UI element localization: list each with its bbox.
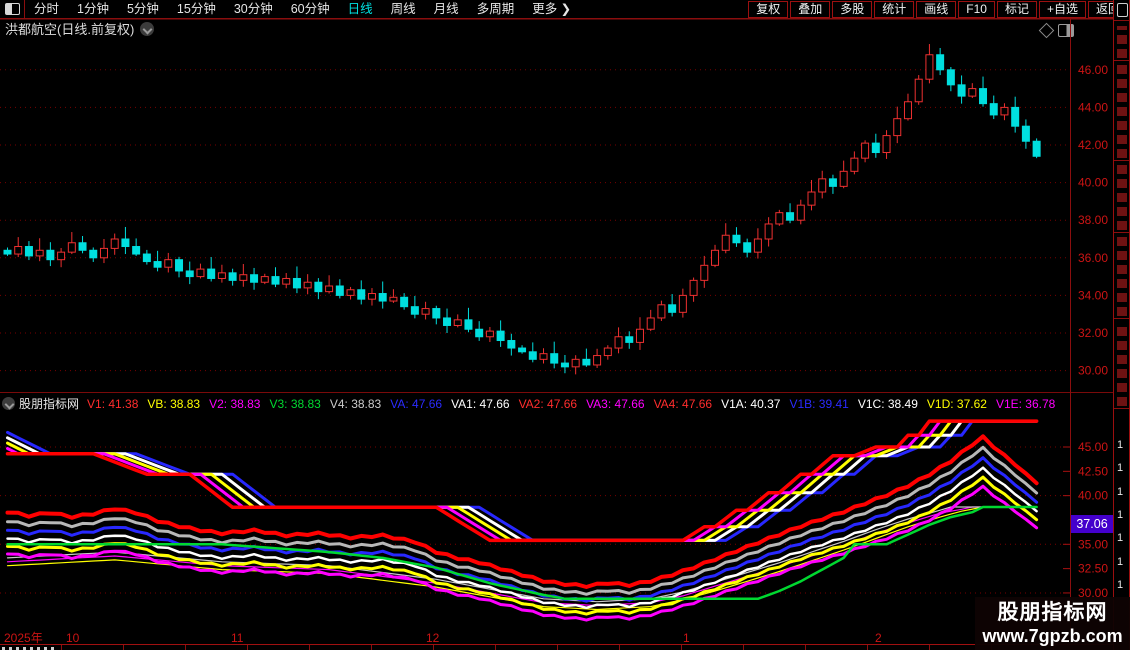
- main-axis-label: 46.00: [1078, 63, 1108, 77]
- indicator-value: VA2: 47.66: [519, 397, 578, 411]
- indicator-value: VB: 38.83: [147, 397, 200, 411]
- indicator-value: V2: 38.83: [209, 397, 260, 411]
- clipped-bottom-statusbar: [0, 644, 1113, 650]
- divider: [1114, 232, 1129, 233]
- ribbon-line: [8, 468, 1037, 608]
- indicator-value: VA: 47.66: [390, 397, 442, 411]
- candles-group: [4, 44, 1040, 374]
- clipped-button-fragment: [1117, 3, 1128, 17]
- watermark-site-name: 股朋指标网: [998, 601, 1108, 625]
- indicator-value: V1E: 36.78: [996, 397, 1055, 411]
- main-axis-label: 36.00: [1078, 251, 1108, 265]
- axis-value-badge: 37.06: [1071, 515, 1113, 533]
- indicator-value: V1B: 39.41: [789, 397, 848, 411]
- timeline-month-label: 11: [231, 632, 243, 644]
- divider: [1114, 20, 1129, 21]
- indicator-value: V3: 38.83: [269, 397, 320, 411]
- main-axis-label: 42.00: [1078, 138, 1108, 152]
- indicator-value: VA4: 47.66: [654, 397, 713, 411]
- clipped-digit: 1: [1117, 463, 1123, 474]
- timeline-month-label: 12: [426, 632, 439, 644]
- clipped-digit: 1: [1117, 557, 1123, 568]
- indicator-value: VA1: 47.66: [451, 397, 510, 411]
- timeline-month-label: 1: [683, 632, 690, 644]
- sub-axis-label: 32.50: [1078, 562, 1108, 576]
- sub-axis-label: 45.00: [1078, 440, 1108, 454]
- indicator-value: V1A: 40.37: [721, 397, 780, 411]
- sub-axis-label: 40.00: [1078, 489, 1108, 503]
- clipped-digit: 1: [1117, 487, 1123, 498]
- main-axis-label: 32.00: [1078, 326, 1108, 340]
- sub-axis-label: 35.00: [1078, 537, 1108, 551]
- clipped-vertical-text: [1117, 26, 1127, 58]
- main-axis-label: 44.00: [1078, 100, 1108, 114]
- indicator-source-label: 股朋指标网: [19, 396, 79, 411]
- clipped-digit: 1: [1117, 510, 1123, 521]
- ribbon-line: [8, 458, 1037, 602]
- indicator-value: V1: 41.38: [87, 397, 138, 411]
- divider: [1114, 160, 1129, 161]
- timeline-month-label: 2: [875, 632, 882, 644]
- chart-canvas: 46.00 44.00 42.00 40.00 38.00 36.00 34.00 32.00…: [0, 0, 1130, 650]
- main-axis-label: 38.00: [1078, 213, 1108, 227]
- divider: [1114, 318, 1129, 319]
- sub-axis-label: 42.50: [1078, 464, 1108, 478]
- main-axis-label: 34.00: [1078, 288, 1108, 302]
- clipped-vertical-text: [1117, 322, 1127, 406]
- indicator-value-row: 股朋指标网 V1: 41.38 VB: 38.83 V2: 38.83 V3: 38.…: [2, 396, 1110, 411]
- timeline-bar[interactable]: 2025年10111212: [0, 632, 1113, 644]
- clipped-digit: 1: [1117, 580, 1123, 591]
- watermark: 股朋指标网 www.7gpzb.com: [975, 597, 1130, 650]
- timeline-month-label: 10: [66, 632, 79, 644]
- clipped-digit: 1: [1117, 533, 1123, 544]
- indicator-value: V1C: 38.49: [858, 397, 918, 411]
- clipped-digit: 1: [1117, 440, 1123, 451]
- clipped-vertical-text: [1117, 64, 1127, 158]
- clipped-vertical-text: [1117, 236, 1127, 316]
- main-axis-label: 30.00: [1078, 364, 1108, 378]
- indicator-value: V4: 38.83: [330, 397, 381, 411]
- divider: [1114, 60, 1129, 61]
- divider: [1114, 408, 1129, 409]
- indicator-value: VA3: 47.66: [586, 397, 645, 411]
- trading-app-window: 46.00 44.00 42.00 40.00 38.00 36.00 34.00 32.00…: [0, 0, 1130, 650]
- main-axis-label: 40.00: [1078, 176, 1108, 190]
- timeline-year-label: 2025年: [4, 632, 43, 644]
- clipped-right-sidebar[interactable]: 1 1 1 1 1 1 1: [1113, 0, 1130, 650]
- clipped-vertical-text: [1117, 164, 1127, 230]
- indicator-chevron-down-icon[interactable]: [2, 397, 15, 410]
- watermark-url: www.7gpzb.com: [982, 625, 1122, 647]
- indicator-value: V1D: 37.62: [927, 397, 987, 411]
